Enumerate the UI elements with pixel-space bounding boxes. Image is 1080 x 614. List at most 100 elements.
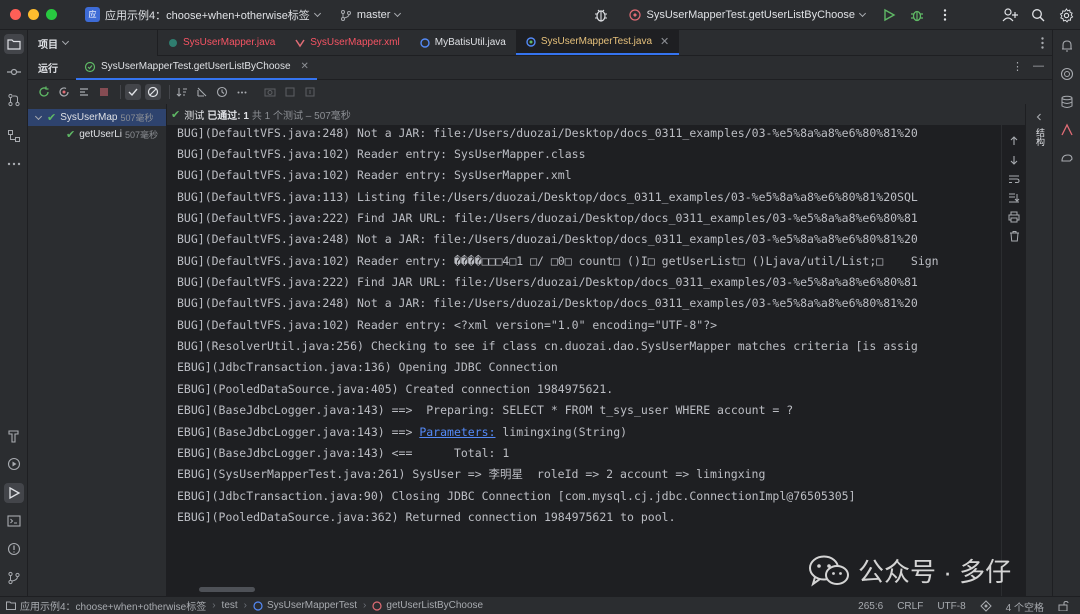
rerun-icon[interactable]	[36, 84, 52, 100]
pull-requests-icon[interactable]	[4, 90, 24, 110]
run-tool-icon[interactable]	[4, 483, 24, 503]
minimize-window-button[interactable]	[28, 9, 39, 20]
file-encoding[interactable]: UTF-8	[937, 601, 965, 612]
expand-triangle-icon[interactable]	[34, 112, 43, 120]
status-bar: 应用示例4：choose+when+otherwise标签 › test › S…	[0, 596, 1080, 614]
run-config-name: SysUserMapperTest.getUserListByChoose	[646, 9, 855, 21]
structure-icon[interactable]	[4, 126, 24, 146]
vcs-branch-selector[interactable]: master	[340, 8, 402, 21]
run-play-icon[interactable]	[878, 4, 900, 26]
tree-item-duration: 507毫秒	[125, 130, 159, 140]
structure-label[interactable]: 结构	[1033, 128, 1047, 146]
console-line: EBUG](PooledDataSource.java:405) Created…	[177, 382, 614, 396]
cursor-position[interactable]: 265:6	[858, 601, 883, 612]
lock-open-icon[interactable]	[1058, 601, 1070, 611]
project-selector[interactable]: 应 应用示例4：choose+when+otherwise标签	[85, 7, 321, 23]
console-line: BUG](DefaultVFS.java:248) Not a JAR: fil…	[177, 126, 918, 140]
run-panel-header: 运行 SysUserMapperTest.getUserListByChoose…	[28, 56, 1052, 80]
breadcrumb-folder[interactable]: test	[222, 600, 238, 611]
ai-assistant-icon[interactable]	[1057, 64, 1077, 84]
project-badge: 应	[85, 7, 100, 22]
console-line: BUG](DefaultVFS.java:113) Listing file:/…	[177, 190, 918, 204]
add-user-icon[interactable]	[999, 4, 1021, 26]
class-icon	[253, 600, 263, 611]
console-line: BUG](ResolverUtil.java:256) Checking to …	[177, 339, 918, 353]
tab-sysusermappertest-java[interactable]: SysUserMapperTest.java ✕	[515, 30, 680, 55]
test-class-icon	[628, 9, 641, 21]
more-actions-icon[interactable]	[934, 4, 956, 26]
breadcrumb-separator: ›	[363, 600, 367, 611]
line-separator[interactable]: CRLF	[897, 601, 923, 612]
import-icon[interactable]	[302, 84, 318, 100]
close-window-button[interactable]	[10, 9, 21, 20]
notifications-icon[interactable]	[1057, 36, 1077, 56]
console-line: BUG](DefaultVFS.java:222) Find JAR URL: …	[177, 275, 918, 289]
indent-setting[interactable]: 4 个空格	[1006, 599, 1044, 614]
tab-sysusermapper-java[interactable]: SysUserMapper.java	[158, 30, 285, 55]
show-ignored-icon[interactable]	[145, 84, 161, 100]
tab-sysusermapper-xml[interactable]: SysUserMapper.xml	[285, 30, 409, 55]
settings-gear-icon[interactable]	[1055, 4, 1077, 26]
tree-item-test-method[interactable]: ✔ getUserLi 507毫秒	[28, 126, 166, 143]
tree-item-label: SysUserMap	[60, 112, 118, 123]
zoom-window-button[interactable]	[46, 9, 57, 20]
branch-name: master	[356, 8, 391, 21]
collapse-icon[interactable]	[194, 84, 210, 100]
soft-wrap-icon[interactable]	[1006, 171, 1022, 187]
arrow-down-icon[interactable]	[1006, 152, 1022, 168]
breadcrumb-class[interactable]: SysUserMapperTest	[267, 600, 357, 611]
close-run-tab-icon[interactable]: ✕	[301, 61, 309, 72]
more-tools-icon[interactable]	[4, 154, 24, 174]
console-output[interactable]: BUG](DefaultVFS.java:248) Not a JAR: fil…	[167, 125, 1001, 596]
terminal-icon[interactable]	[4, 511, 24, 531]
arrow-up-icon[interactable]	[1006, 133, 1022, 149]
gradle-icon[interactable]	[1057, 148, 1077, 168]
database-icon[interactable]	[1057, 92, 1077, 112]
more-options-icon[interactable]: ⋮	[1012, 60, 1023, 73]
search-icon[interactable]	[1027, 4, 1049, 26]
debug-icon[interactable]	[906, 4, 928, 26]
breadcrumb-method[interactable]: getUserListByChoose	[386, 600, 483, 611]
run-tab[interactable]: SysUserMapperTest.getUserListByChoose ✕	[76, 56, 317, 80]
console-line: EBUG](BaseJdbcLogger.java:143) ==> Prepa…	[177, 403, 794, 417]
rerun-failed-icon[interactable]	[56, 84, 72, 100]
build-hammer-icon[interactable]	[4, 426, 24, 446]
more-tabs-icon[interactable]	[1041, 37, 1044, 52]
sort-icon[interactable]	[174, 84, 190, 100]
chevron-left-icon[interactable]	[1035, 112, 1043, 124]
tab-label: SysUserMapper.xml	[310, 37, 400, 48]
tab-mybatisutil-java[interactable]: MyBatisUtil.java	[410, 30, 516, 55]
run-config-selector[interactable]: SysUserMapperTest.getUserListByChoose	[628, 9, 867, 21]
commit-icon[interactable]	[4, 62, 24, 82]
project-panel-header[interactable]: 项目	[28, 30, 158, 56]
tree-item-test-class[interactable]: ✔ SysUserMap 507毫秒	[28, 109, 166, 126]
stop-icon[interactable]	[96, 84, 112, 100]
export-icon[interactable]	[282, 84, 298, 100]
module-folder-icon	[6, 601, 16, 610]
parameters-link[interactable]: Parameters:	[419, 425, 495, 439]
scroll-to-end-icon[interactable]	[1006, 190, 1022, 206]
console-line: EBUG](JdbcTransaction.java:90) Closing J…	[177, 489, 856, 503]
camera-icon[interactable]	[262, 84, 278, 100]
git-icon[interactable]	[4, 568, 24, 588]
services-icon[interactable]	[4, 454, 24, 474]
chevron-down-icon	[61, 37, 70, 46]
run-panel-title: 运行	[38, 64, 58, 75]
ai-status-icon[interactable]	[979, 600, 992, 612]
debug-bug-icon[interactable]	[590, 4, 612, 26]
problems-icon[interactable]	[4, 539, 24, 559]
minimize-panel-icon[interactable]: —	[1033, 60, 1044, 73]
console-line-prefix: EBUG](BaseJdbcLogger.java:143) ==>	[177, 425, 420, 439]
history-icon[interactable]	[214, 84, 230, 100]
project-folder-icon[interactable]	[4, 34, 24, 54]
test-tree: ✔ SysUserMap 507毫秒 ✔ getUserLi 507毫秒	[28, 104, 167, 596]
toggle-auto-test-icon[interactable]	[76, 84, 92, 100]
trash-icon[interactable]	[1006, 228, 1022, 244]
maven-icon[interactable]	[1057, 120, 1077, 140]
more-icon[interactable]	[234, 84, 250, 100]
breadcrumb-project[interactable]: 应用示例4：choose+when+otherwise标签	[20, 598, 206, 613]
print-icon[interactable]	[1006, 209, 1022, 225]
horizontal-scrollbar[interactable]	[199, 587, 255, 592]
show-passed-icon[interactable]	[125, 84, 141, 100]
close-tab-icon[interactable]: ✕	[660, 35, 669, 48]
